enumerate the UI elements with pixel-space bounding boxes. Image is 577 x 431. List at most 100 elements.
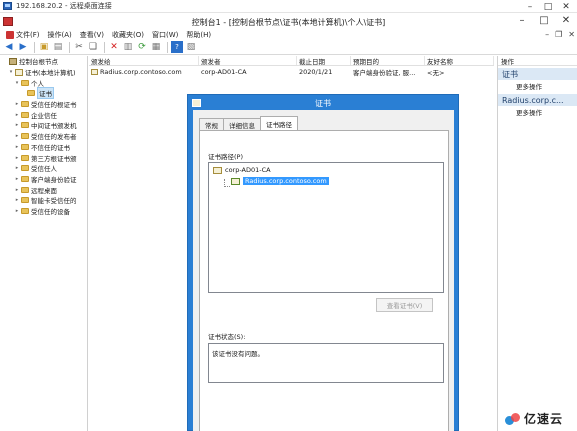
- column-issued-by[interactable]: 颁发者: [199, 56, 297, 65]
- folder-icon: [21, 154, 29, 161]
- expand-icon[interactable]: ▸: [14, 187, 20, 193]
- expand-icon[interactable]: ▸: [14, 165, 20, 171]
- properties-icon[interactable]: ▥: [122, 41, 134, 53]
- view-certificate-button[interactable]: 查看证书(V): [376, 298, 433, 312]
- tree-item-label: 客户端身份验证: [31, 175, 77, 184]
- certificate-status-label: 证书状态(S):: [208, 333, 246, 341]
- expand-icon[interactable]: ▸: [14, 176, 20, 182]
- certification-path-tree[interactable]: corp-AD01-CA Radius.corp.contoso.com: [208, 162, 444, 293]
- close-icon[interactable]: ✕: [555, 13, 577, 27]
- show-tree-icon[interactable]: ▤: [52, 41, 64, 53]
- up-folder-icon[interactable]: ▣: [38, 41, 50, 53]
- certificate-status-box[interactable]: 该证书没有问题。: [208, 343, 444, 383]
- certificate-dialog: 证书 常规 详细信息 证书路径 证书路径(P) corp-AD01-CA Rad…: [187, 94, 459, 431]
- tree-item[interactable]: ▸ 中间证书颁发机: [0, 120, 87, 131]
- tree-item[interactable]: ▸ 智能卡受信任的: [0, 195, 87, 206]
- action-group-selected-cert[interactable]: Radius.corp.c...: [498, 94, 577, 106]
- path-node-leaf[interactable]: Radius.corp.contoso.com: [231, 177, 329, 185]
- certificate-icon: [213, 166, 222, 174]
- expand-icon[interactable]: ▸: [14, 197, 20, 203]
- help-icon[interactable]: ?: [171, 41, 183, 53]
- menu-favorites[interactable]: 收藏夹(O): [108, 30, 148, 40]
- dialog-titlebar: 证书: [188, 95, 458, 110]
- menu-view[interactable]: 查看(V): [76, 30, 108, 40]
- folder-icon: [21, 79, 29, 86]
- folder-icon: [21, 101, 29, 108]
- tree-item-label: 不信任的证书: [31, 143, 70, 152]
- show-action-pane-icon[interactable]: ▧: [185, 41, 197, 53]
- tree-item[interactable]: ▸ 受信任人: [0, 163, 87, 174]
- tab-general[interactable]: 常规: [199, 118, 224, 130]
- restore-icon[interactable]: ❐: [555, 30, 562, 39]
- tab-details[interactable]: 详细信息: [223, 118, 261, 130]
- column-issued-to[interactable]: 颁发给: [89, 56, 199, 65]
- certificate-icon: [91, 68, 98, 75]
- minimize-icon[interactable]: –: [521, 0, 539, 13]
- menu-help[interactable]: 帮助(H): [182, 30, 215, 40]
- maximize-icon[interactable]: □: [533, 13, 555, 27]
- dialog-tabs: 常规 详细信息 证书路径: [199, 116, 298, 130]
- tree-item[interactable]: 证书: [0, 87, 87, 100]
- remote-desktop-controls: – □ ✕: [521, 0, 575, 13]
- menu-window[interactable]: 窗口(W): [148, 30, 182, 40]
- back-icon[interactable]: ◀: [3, 41, 15, 53]
- more-actions-link[interactable]: 更多操作: [498, 106, 577, 118]
- tree-item[interactable]: ▸ 受信任的发布者: [0, 131, 87, 142]
- more-actions-link[interactable]: 更多操作: [498, 80, 577, 92]
- watermark-logo-icon: [505, 412, 521, 425]
- path-node-root[interactable]: corp-AD01-CA: [213, 166, 271, 174]
- certificate-store-icon: [15, 68, 23, 76]
- tree-item-label: 企业信任: [31, 111, 57, 120]
- tree-item[interactable]: ▸ 企业信任: [0, 109, 87, 120]
- certificate-icon: [231, 177, 240, 185]
- menu-file-label: 文件(F): [16, 30, 40, 39]
- remote-desktop-titlebar: 192.168.20.2 - 远程桌面连接 – □ ✕: [0, 0, 577, 13]
- folder-icon: [21, 165, 29, 172]
- tree-item-label: 受信任的根证书: [31, 101, 77, 110]
- action-group-certificates[interactable]: 证书: [498, 68, 577, 80]
- expand-icon[interactable]: ▸: [14, 208, 20, 214]
- table-row[interactable]: Radius.corp.contoso.com corp-AD01-CA 202…: [89, 66, 494, 77]
- close-icon[interactable]: ✕: [557, 0, 575, 13]
- column-friendly-name[interactable]: 友好名称: [425, 56, 494, 65]
- tree-item[interactable]: 控制台根节点: [0, 56, 87, 67]
- expand-icon[interactable]: ▸: [14, 101, 20, 107]
- column-intended-purposes[interactable]: 预期目的: [351, 56, 425, 65]
- expand-icon[interactable]: ▸: [14, 122, 20, 128]
- folder-icon: [21, 186, 29, 193]
- forward-icon[interactable]: ▶: [17, 41, 29, 53]
- expand-icon[interactable]: ▸: [14, 144, 20, 150]
- export-icon[interactable]: ▦: [150, 41, 162, 53]
- cut-icon[interactable]: ✂: [73, 41, 85, 53]
- menu-action[interactable]: 操作(A): [44, 30, 76, 40]
- tree-item[interactable]: ▸ 受信任的设备: [0, 206, 87, 217]
- tab-certification-path[interactable]: 证书路径: [260, 116, 298, 130]
- tree-item[interactable]: ▾ 证书(本地计算机): [0, 67, 87, 78]
- minimize-icon[interactable]: –: [545, 30, 549, 39]
- child-window-controls: – ❐ ✕: [545, 30, 575, 39]
- minimize-icon[interactable]: –: [511, 13, 533, 27]
- tree-item[interactable]: ▸ 受信任的根证书: [0, 99, 87, 110]
- expand-icon[interactable]: ▸: [14, 112, 20, 118]
- close-icon[interactable]: ✕: [568, 30, 575, 39]
- tree-item[interactable]: ▸ 不信任的证书: [0, 142, 87, 153]
- tree-item[interactable]: ▸ 远程桌面: [0, 184, 87, 195]
- delete-icon[interactable]: ✕: [108, 41, 120, 53]
- collapse-icon[interactable]: ▾: [14, 80, 20, 86]
- maximize-icon[interactable]: □: [539, 0, 557, 13]
- copy-icon[interactable]: ❏: [87, 41, 99, 53]
- console-root-icon: [9, 57, 17, 65]
- action-pane: 操作 证书 更多操作 Radius.corp.c... 更多操作: [497, 56, 577, 431]
- expand-icon[interactable]: ▸: [14, 133, 20, 139]
- column-expiration[interactable]: 截止日期: [297, 56, 351, 65]
- refresh-icon[interactable]: ⟳: [136, 41, 148, 53]
- tree-item-label: 证书(本地计算机): [25, 69, 76, 78]
- mmc-window-controls: – □ ✕: [511, 13, 577, 27]
- expand-icon[interactable]: ▸: [14, 155, 20, 161]
- console-tree: 控制台根节点 ▾ 证书(本地计算机) ▾ 个人 证书 ▸ 受信任的根证书 ▸ 企业信任 ▸ 中间证书颁…: [0, 56, 88, 431]
- mmc-title: 控制台1 - [控制台根节点\证书(本地计算机)\个人\证书]: [191, 18, 386, 27]
- tree-item[interactable]: ▸ 客户端身份验证: [0, 174, 87, 185]
- collapse-icon[interactable]: ▾: [8, 69, 14, 75]
- menu-file[interactable]: 文件(F): [2, 30, 44, 40]
- tree-item[interactable]: ▸ 第三方根证书颁: [0, 152, 87, 163]
